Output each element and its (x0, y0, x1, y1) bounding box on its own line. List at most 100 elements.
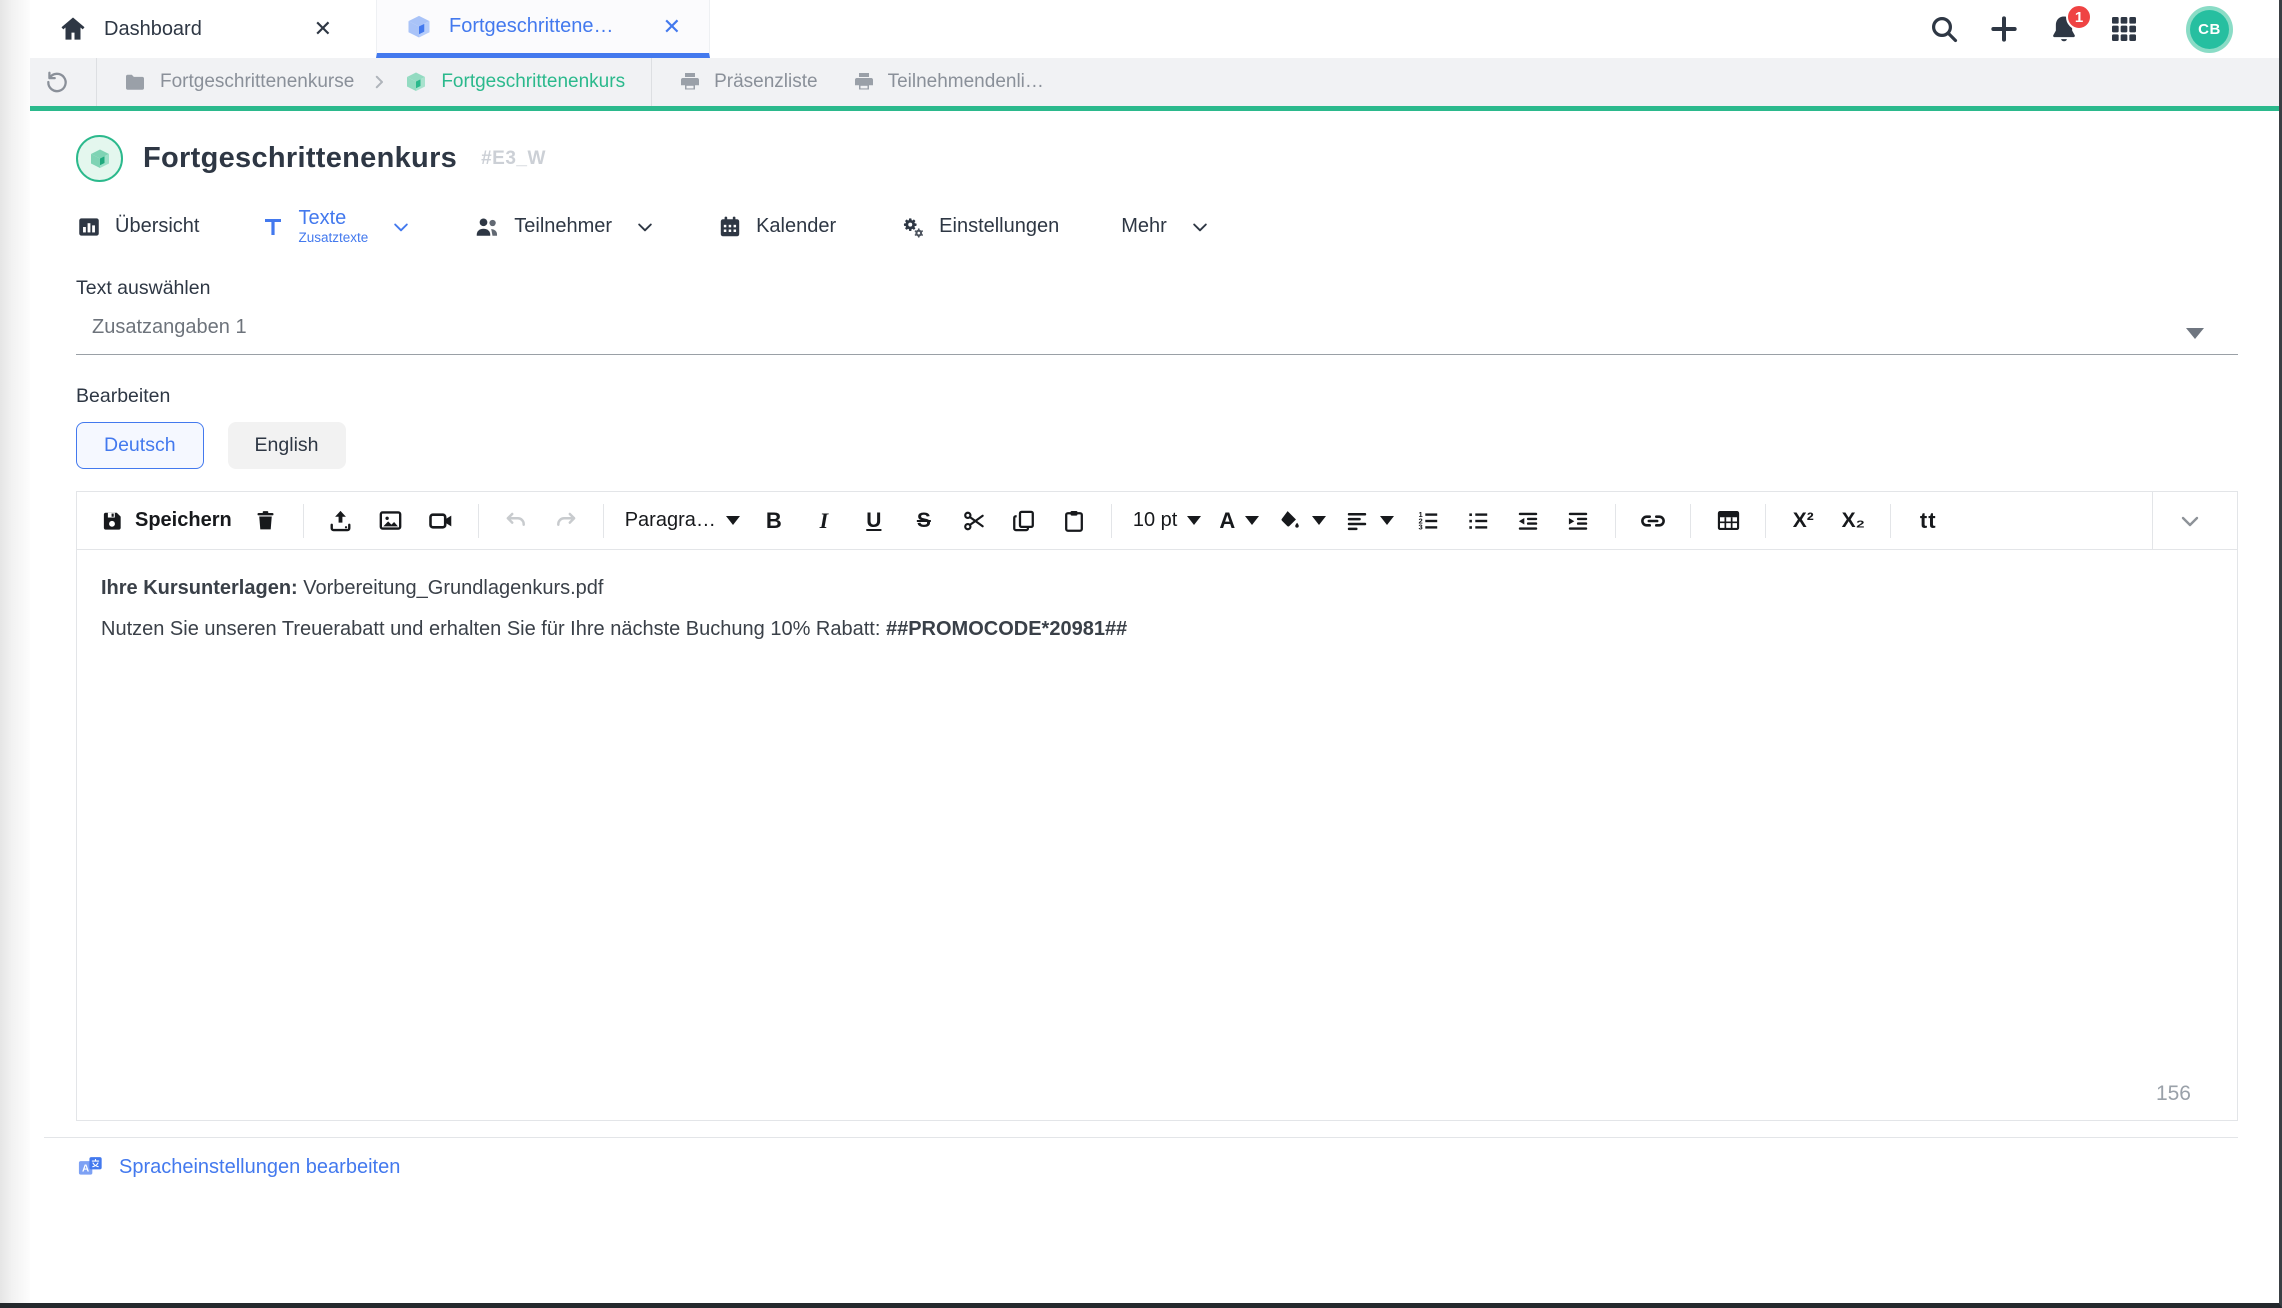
tab-uebersicht[interactable]: Übersicht (76, 214, 199, 240)
language-button-english[interactable]: English (227, 422, 346, 470)
toolbar-divider (302, 503, 304, 538)
language-settings-label: Spracheinstellungen bearbeiten (119, 1155, 401, 1178)
editor-bold-text: ##PROMOCODE*20981## (885, 618, 1128, 641)
edit-label: Bearbeiten (76, 385, 171, 408)
redo-button[interactable] (544, 499, 588, 543)
outdent-button[interactable] (1506, 499, 1550, 543)
upload-button[interactable] (319, 499, 363, 543)
section-divider (44, 1137, 2238, 1139)
underline-button[interactable]: U (852, 499, 896, 543)
character-count: 156 (2155, 1081, 2191, 1105)
highlight-color-dropdown[interactable] (1271, 499, 1332, 543)
tab-kalender[interactable]: Kalender (717, 214, 836, 240)
text-transform-icon: tt (1919, 507, 1937, 533)
undo-button[interactable] (494, 499, 538, 543)
trash-icon (253, 508, 278, 533)
quick-link-praesenzliste[interactable]: Präsenzliste (678, 70, 818, 94)
caret-down-icon (1245, 516, 1260, 526)
page-title: Fortgeschrittenenkurs (143, 142, 458, 174)
avatar[interactable]: CB (2186, 5, 2233, 53)
unordered-list-icon (1465, 508, 1491, 534)
toolbar-more-button[interactable] (2159, 499, 2221, 543)
link-icon (1639, 507, 1667, 535)
tab-dashboard-close-icon[interactable]: ✕ (314, 18, 332, 40)
text-select-dropdown[interactable]: Zusatzangaben 1 (76, 316, 2238, 356)
language-toggle: Deutsch English (76, 422, 2238, 470)
toolbar-divider (1110, 503, 1112, 538)
tab-course-label: Fortgeschrittene… (449, 15, 614, 37)
tab-teilnehmer[interactable]: Teilnehmer (473, 213, 655, 241)
cube-icon (404, 70, 428, 94)
font-color-icon: A (1219, 507, 1236, 533)
editor-regular-text: Nutzen Sie unseren Treuerabatt und erhal… (101, 618, 886, 641)
breadcrumb-folder[interactable]: Fortgeschrittenenkurse (123, 70, 354, 94)
main-content: Fortgeschrittenenkurs #E3_W Übersicht Te… (0, 135, 2279, 1181)
language-button-deutsch[interactable]: Deutsch (76, 422, 204, 470)
editor-content-area[interactable]: Ihre Kursunterlagen: Vorbereitung_Grundl… (77, 550, 2237, 1120)
indent-button[interactable] (1556, 499, 1600, 543)
upload-icon (327, 507, 354, 534)
rich-text-editor: Speichern Paragra… B I U S 10 pt A 1 2 3… (76, 491, 2238, 1122)
paste-button[interactable] (1052, 499, 1096, 543)
chevron-down-icon (391, 217, 411, 237)
tab-mehr[interactable]: Mehr (1121, 215, 1210, 238)
insert-table-button[interactable] (1706, 499, 1750, 543)
redo-icon (553, 508, 579, 534)
tab-label: Teilnehmer (514, 215, 613, 238)
superscript-button[interactable]: X² (1781, 499, 1825, 543)
tab-dashboard[interactable]: Dashboard ✕ (30, 0, 360, 58)
quick-link-teilnehmendenliste[interactable]: Teilnehmendenli… (852, 70, 1044, 94)
font-size-label: 10 pt (1132, 509, 1178, 532)
breadcrumb-parent-label: Fortgeschrittenenkurse (160, 71, 355, 92)
tab-label: Einstellungen (939, 215, 1060, 238)
copy-button[interactable] (1002, 499, 1046, 543)
insert-image-button[interactable] (369, 499, 413, 543)
font-size-dropdown[interactable]: 10 pt (1127, 499, 1207, 543)
page-header: Fortgeschrittenenkurs #E3_W (76, 135, 2238, 182)
chevron-down-icon (2178, 509, 2202, 533)
tab-texte[interactable]: Texte Zusatztexte (261, 208, 411, 245)
bold-icon: B (765, 507, 782, 533)
text-transform-button[interactable]: tt (1906, 499, 1950, 543)
table-icon (1715, 507, 1742, 534)
breadcrumb-current[interactable]: Fortgeschrittenenkurs (404, 70, 625, 94)
tab-einstellungen[interactable]: Einstellungen (898, 213, 1059, 241)
cube-icon (405, 13, 433, 41)
language-settings-link[interactable]: A Spracheinstellungen bearbeiten (76, 1153, 400, 1181)
add-icon[interactable] (1988, 13, 2020, 45)
italic-icon: I (819, 507, 829, 533)
tab-label: Kalender (756, 215, 837, 238)
course-nav-tabs: Übersicht Texte Zusatztexte Teilnehmer K… (76, 208, 2238, 245)
delete-button[interactable] (244, 499, 288, 543)
chevron-down-icon (1190, 217, 1210, 237)
notifications-bell-icon[interactable]: 1 (2048, 4, 2092, 45)
insert-video-button[interactable] (419, 499, 463, 543)
unordered-list-button[interactable] (1456, 499, 1500, 543)
align-dropdown[interactable] (1338, 499, 1400, 543)
svg-text:3: 3 (1419, 522, 1423, 531)
toolbar-divider (602, 503, 604, 538)
scissors-icon (961, 508, 987, 534)
apps-grid-icon[interactable] (2108, 13, 2140, 45)
tab-dashboard-label: Dashboard (104, 17, 202, 40)
bold-button[interactable]: B (752, 499, 796, 543)
ordered-list-button[interactable]: 123 (1406, 499, 1450, 543)
strikethrough-button[interactable]: S (902, 499, 946, 543)
superscript-icon: X² (1792, 508, 1814, 532)
toolbar-divider (1890, 503, 1892, 538)
top-tab-bar: Dashboard ✕ Fortgeschrittene… ✕ 1 CB (0, 0, 2279, 58)
save-button[interactable]: Speichern (93, 499, 238, 543)
font-color-dropdown[interactable]: A (1213, 499, 1265, 543)
caret-down-icon (725, 516, 740, 526)
cut-button[interactable] (952, 499, 996, 543)
italic-button[interactable]: I (802, 499, 846, 543)
search-icon[interactable] (1928, 13, 1960, 45)
avatar-initials: CB (2190, 9, 2229, 49)
tab-course[interactable]: Fortgeschrittene… ✕ (376, 0, 710, 58)
insert-link-button[interactable] (1631, 499, 1675, 543)
tab-course-close-icon[interactable]: ✕ (663, 15, 681, 38)
paragraph-style-dropdown[interactable]: Paragra… (619, 499, 746, 543)
text-select-value: Zusatzangaben 1 (92, 316, 247, 339)
history-icon[interactable] (44, 69, 70, 95)
subscript-button[interactable]: X₂ (1831, 499, 1875, 543)
